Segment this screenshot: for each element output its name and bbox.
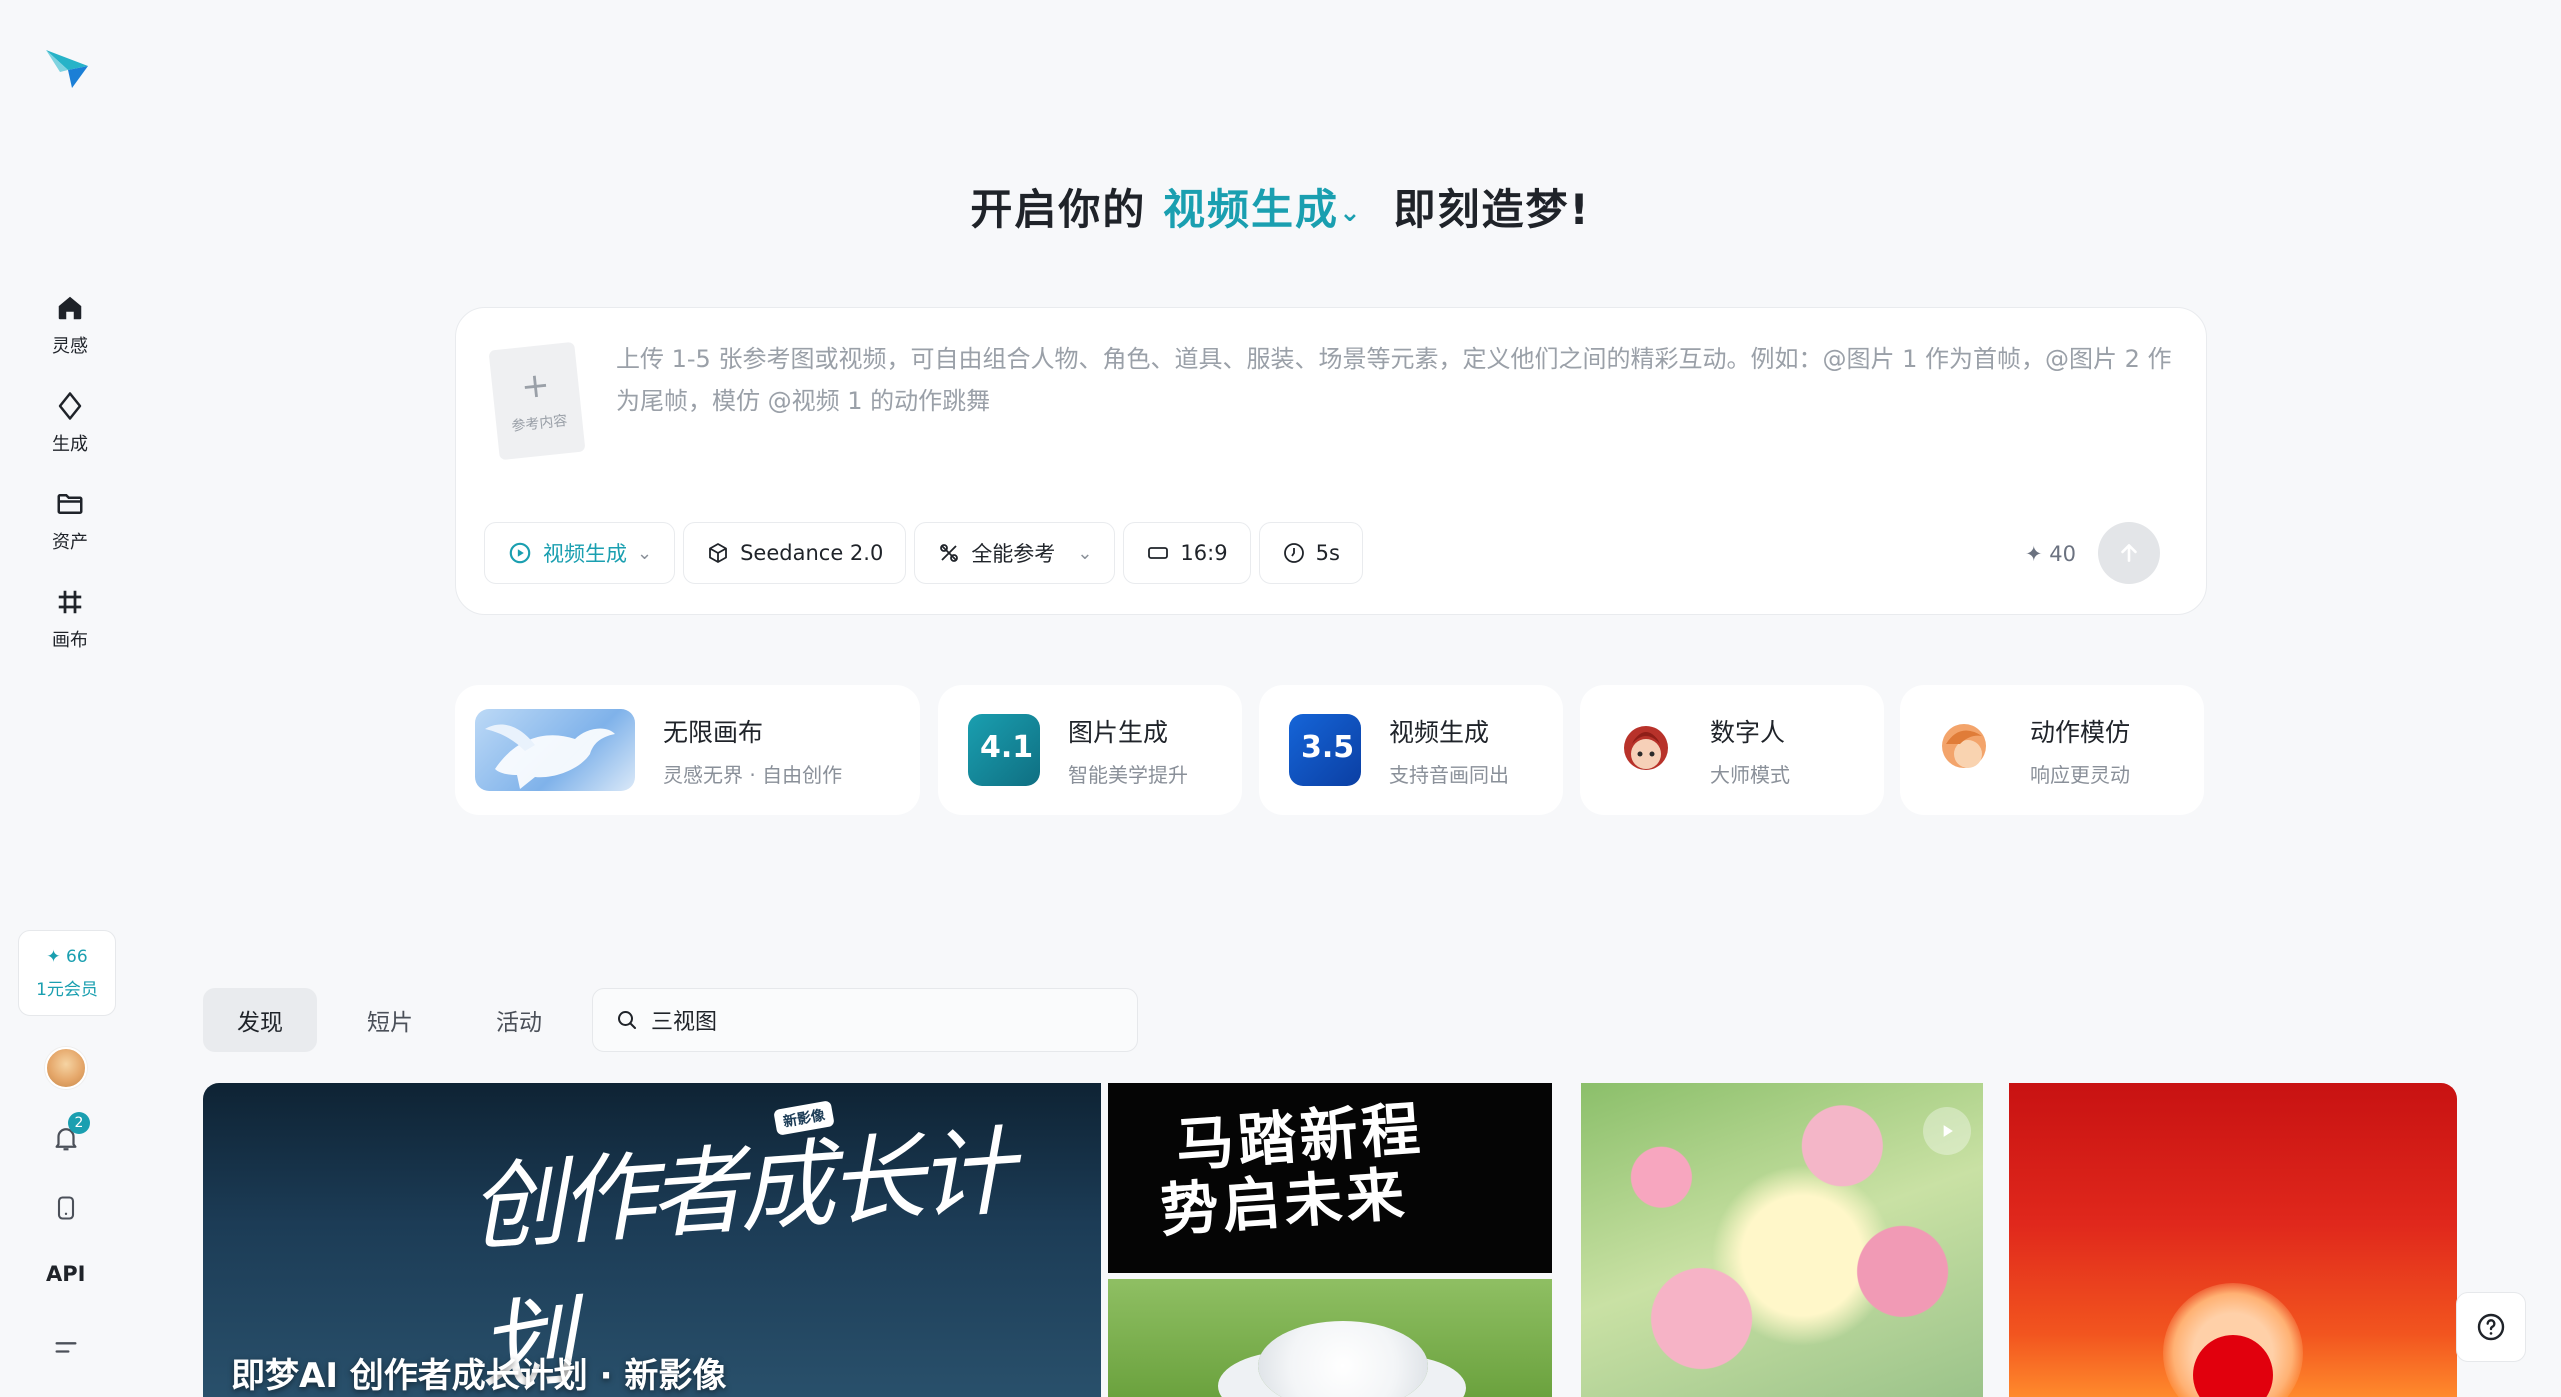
feature-motion-imitation[interactable]: 动作模仿 响应更灵动	[1900, 685, 2204, 815]
nav-canvas-label: 画布	[52, 630, 88, 651]
aspect-ratio-label: 16:9	[1180, 541, 1228, 565]
slogan-text: 马踏新程 势启未来	[1158, 1094, 1426, 1245]
reference-mode-label: 全能参考	[971, 542, 1056, 566]
aspect-ratio-select[interactable]: 16:9	[1123, 522, 1251, 584]
feature-subtitle: 响应更灵动	[2030, 762, 2130, 787]
feature-title: 数字人	[1710, 717, 1786, 747]
model-select-label: Seedance 2.0	[740, 541, 884, 565]
gallery-item-blossom[interactable]	[1581, 1083, 1983, 1397]
feature-thumb-digital-human	[1610, 714, 1682, 786]
reference-upload-button[interactable]: + 参考内容	[488, 341, 586, 461]
feature-title: 动作模仿	[2030, 717, 2131, 747]
notification-badge: 2	[68, 1112, 90, 1134]
gallery-item-sunrise[interactable]	[2009, 1083, 2457, 1397]
prompt-input[interactable]: 上传 1-5 张参考图或视频，可自由组合人物、角色、道具、服装、场景等元素，定义…	[616, 338, 2176, 422]
nav-assets[interactable]: 资产	[30, 480, 110, 560]
search-icon	[618, 1011, 636, 1029]
reference-upload-label: 参考内容	[510, 412, 569, 435]
gallery-banner-creator-program[interactable]: 创作者成长计划 新影像 即梦AI 创作者成长计划 · 新影像	[203, 1083, 1101, 1397]
feature-infinite-canvas[interactable]: 无限画布 灵感无界 · 自由创作	[455, 685, 920, 815]
mode-select[interactable]: 视频生成 ⌄	[484, 522, 676, 584]
phone-icon	[57, 1196, 75, 1220]
aspect-ratio-icon	[1148, 547, 1169, 559]
tab-shorts[interactable]: 短片	[333, 988, 447, 1052]
feature-subtitle: 智能美学提升	[1068, 762, 1188, 787]
avatar[interactable]	[45, 1047, 87, 1089]
hero-prefix: 开启你的	[970, 185, 1147, 234]
cube-icon	[709, 543, 727, 563]
menu-button[interactable]	[46, 1328, 86, 1368]
feature-subtitle: 支持音画同出	[1389, 762, 1509, 787]
menu-icon	[55, 1342, 77, 1353]
duration-select[interactable]: 5s	[1258, 522, 1363, 584]
prompt-card: + 参考内容 上传 1-5 张参考图或视频，可自由组合人物、角色、道具、服装、场…	[455, 307, 2207, 615]
chevron-down-icon[interactable]: ⌄	[1339, 198, 1363, 228]
nav-canvas[interactable]: 画布	[30, 578, 110, 658]
sparkle-diamond-icon	[52, 388, 88, 424]
feature-video-generate[interactable]: 3.5 视频生成 支持音画同出	[1259, 685, 1563, 815]
mode-select-label: 视频生成	[543, 542, 627, 566]
question-icon	[2477, 1313, 2505, 1341]
chevron-down-icon: ⌄	[1077, 542, 1093, 564]
feature-thumb-pegasus	[475, 709, 635, 791]
play-icon[interactable]	[1923, 1107, 1971, 1155]
tab-events[interactable]: 活动	[462, 988, 576, 1052]
feature-digital-human[interactable]: 数字人 大师模式	[1580, 685, 1884, 815]
app-logo[interactable]	[42, 42, 92, 92]
hero-mode-dropdown[interactable]: 视频生成	[1163, 185, 1339, 234]
chevron-down-icon: ⌄	[637, 542, 653, 564]
api-link[interactable]: API	[46, 1262, 85, 1286]
nav-generate[interactable]: 生成	[30, 382, 110, 462]
tab-discover[interactable]: 发现	[203, 988, 317, 1052]
search-value: 三视图	[651, 1010, 718, 1035]
search-input[interactable]: 三视图	[592, 988, 1138, 1052]
duration-label: 5s	[1315, 541, 1340, 565]
video-generate-icon	[509, 542, 531, 564]
notification-button[interactable]: 2	[46, 1112, 90, 1158]
feature-subtitle: 大师模式	[1710, 762, 1790, 787]
nav-assets-label: 资产	[52, 532, 88, 553]
nav-inspiration-label: 灵感	[52, 336, 88, 357]
gallery-item-horse-slogan[interactable]: 马踏新程 势启未来	[1108, 1083, 1552, 1273]
nav-generate-label: 生成	[52, 434, 88, 455]
model-select[interactable]: Seedance 2.0	[683, 522, 907, 584]
reference-mode-select[interactable]: 全能参考 ⌄	[914, 522, 1116, 584]
banner-caption: 即梦AI 创作者成长计划 · 新影像	[231, 1356, 727, 1396]
nav-inspiration[interactable]: 灵感	[30, 284, 110, 364]
plus-icon: +	[519, 364, 552, 408]
feature-subtitle: 灵感无界 · 自由创作	[663, 762, 843, 787]
mobile-app-button[interactable]	[46, 1188, 86, 1228]
folder-icon	[52, 486, 88, 522]
home-icon	[52, 290, 88, 326]
feature-image-generate[interactable]: 4.1 图片生成 智能美学提升	[938, 685, 1242, 815]
credits-value: ✦ 66	[46, 946, 88, 967]
credits-membership-button[interactable]: ✦ 66 1元会员	[18, 930, 116, 1016]
reference-icon	[940, 544, 959, 562]
feature-title: 视频生成	[1389, 717, 1490, 747]
feature-icon-video-model: 3.5	[1289, 714, 1361, 786]
arrow-up-icon	[2121, 544, 2137, 562]
feature-title: 图片生成	[1068, 717, 1169, 747]
gallery-item-cloud[interactable]	[1108, 1279, 1552, 1397]
send-button[interactable]	[2098, 522, 2160, 584]
help-button[interactable]	[2456, 1292, 2526, 1362]
hero-title: 开启你的 视频生成⌄ 即刻造梦!	[0, 176, 2561, 237]
membership-label: 1元会员	[36, 979, 98, 1000]
prompt-toolbar: 视频生成 ⌄ Seedance 2.0 全能参考 ⌄ 16:9 5s	[484, 522, 1363, 584]
feature-thumb-motion	[1930, 714, 2002, 786]
feature-icon-image-model: 4.1	[968, 714, 1040, 786]
hero-suffix: 即刻造梦!	[1393, 185, 1591, 234]
credit-cost: ✦ 40	[2025, 542, 2076, 566]
canvas-grid-icon	[52, 584, 88, 620]
clock-icon	[1283, 543, 1304, 563]
feature-title: 无限画布	[663, 717, 764, 747]
